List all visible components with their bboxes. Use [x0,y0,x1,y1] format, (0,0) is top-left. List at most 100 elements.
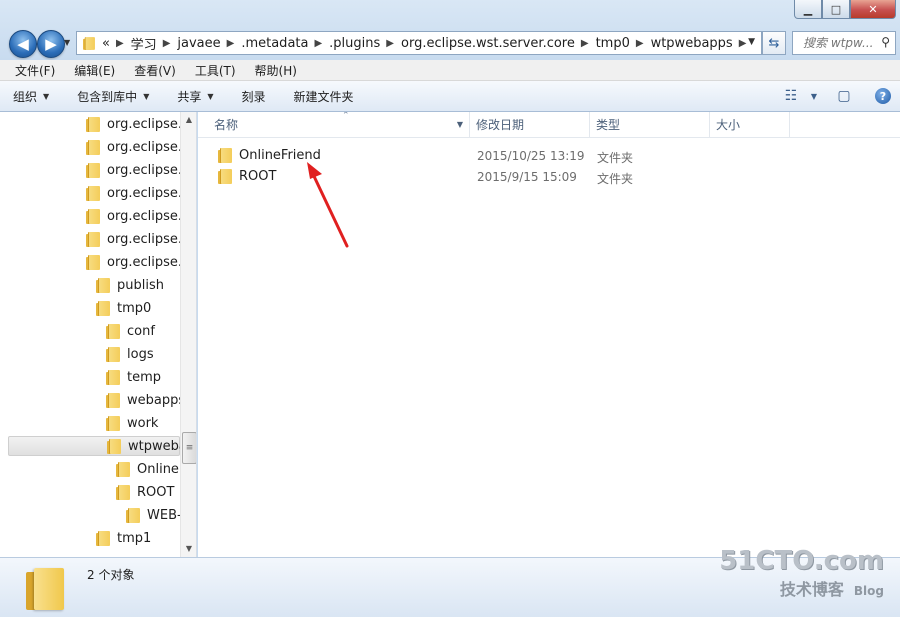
folder-icon [116,484,130,500]
breadcrumb-item[interactable]: org.eclipse.wst.server.core ▶ [401,34,596,53]
refresh-icon: ⇆ [768,35,780,51]
menu-item[interactable]: 查看(V) [134,62,176,79]
breadcrumb-item[interactable]: .metadata ▶ [241,34,329,53]
tree-item[interactable]: work [106,413,158,433]
column-size[interactable]: 大小 [710,112,790,137]
details-pane: 2 个对象 51CTO.com 技术博客 Blog [0,546,900,617]
search-input[interactable] [801,35,881,51]
burn-button[interactable]: 刻录 [224,88,276,105]
scroll-thumb[interactable]: ≡ [182,432,196,464]
tree-item[interactable]: org.eclipse.v [86,114,190,134]
tree-item-label: org.eclipse.v [107,185,190,201]
arrow-left-icon: ◀ [17,35,29,53]
file-type: 文件夹 [597,172,634,186]
folder-icon [218,148,232,163]
tree-item[interactable]: org.eclipse.v [86,206,190,226]
arrow-right-icon: ▶ [45,35,57,53]
breadcrumb-overflow[interactable]: «▶ [102,36,131,51]
folder-icon [107,438,121,454]
tree-item[interactable]: wtpweba [8,436,187,456]
breadcrumb-item[interactable]: 学习 ▶ [131,34,178,53]
search-icon[interactable]: ⚲ [881,35,890,49]
column-date[interactable]: 修改日期 [470,112,590,137]
tree-item[interactable]: org.eclipse.v [86,229,190,249]
organize-button[interactable]: 组织 ▼ [0,88,59,105]
forward-button[interactable]: ▶ [37,30,65,58]
chevron-down-icon[interactable]: ▼ [806,92,822,101]
breadcrumb-item[interactable]: .plugins ▶ [329,34,401,53]
chevron-right-icon[interactable]: ▶ [227,38,235,49]
scroll-down-icon[interactable]: ▼ [181,541,196,557]
tree-item[interactable]: logs [106,344,154,364]
tree-item[interactable]: org.eclipse.v [86,160,190,180]
tree-item[interactable]: conf [106,321,155,341]
chevron-right-icon[interactable]: ▶ [739,38,747,49]
tree-item-label: webapps [127,392,186,408]
tree-item[interactable]: temp [106,367,161,387]
breadcrumb-label: .metadata [241,35,309,51]
chevron-down-icon[interactable]: ▼ [457,120,463,129]
chevron-right-icon[interactable]: ▶ [386,38,394,49]
tree-item-label: org.eclipse.v [107,162,190,178]
file-name: ROOT [239,169,277,184]
tree-item[interactable]: tmp1 [96,528,151,548]
tree-item[interactable]: OnlineF [116,459,186,479]
file-name-cell: ROOT [218,166,276,187]
maximize-button[interactable]: □ [822,0,850,19]
menu-item[interactable]: 文件(F) [15,62,55,79]
breadcrumb-item[interactable]: javaee ▶ [177,34,241,53]
refresh-button[interactable]: ⇆ [762,31,786,55]
preview-pane-icon[interactable]: ▢ [822,88,866,104]
scroll-up-icon[interactable]: ▲ [181,112,196,128]
share-button[interactable]: 共享 ▼ [159,88,223,105]
minimize-button[interactable]: ▁ [794,0,822,19]
chevron-right-icon[interactable]: ▶ [163,38,171,49]
view-options-icon[interactable]: ☷ [776,88,806,104]
file-type: 文件夹 [597,151,634,165]
tree-item[interactable]: tmp0 [96,298,151,318]
breadcrumb-item[interactable]: tmp0 ▶ [596,34,651,53]
tree-item-label: tmp0 [117,300,152,316]
column-type[interactable]: 类型 [590,112,710,137]
nav-scrollbar[interactable]: ▲ ≡ ▼ [180,112,196,557]
menu-item[interactable]: 帮助(H) [255,62,297,79]
help-icon: ? [875,88,891,105]
folder-icon [96,530,110,546]
chevron-right-icon[interactable]: ▶ [581,38,589,49]
tree-item[interactable]: webapps [106,390,185,410]
menu-item[interactable]: 编辑(E) [74,62,115,79]
chevron-down-icon: ▼ [207,91,214,101]
folder-icon [218,169,232,184]
chevron-right-icon[interactable]: ▶ [314,38,322,49]
tree-item[interactable]: org.eclipse.v [86,252,190,272]
tree-item[interactable]: publish [96,275,164,295]
tree-item[interactable]: org.eclipse.v [86,137,190,157]
help-button[interactable]: ? [866,88,900,105]
chevron-down-icon[interactable]: ▼ [748,37,755,47]
close-button[interactable]: ✕ [850,0,896,19]
tree-item[interactable]: org.eclipse.v [86,183,190,203]
tree-item-label: temp [127,369,162,385]
file-date: 2015/10/25 13:19 [477,149,585,163]
tree-item-label: org.eclipse.v [107,139,190,155]
chevron-right-icon[interactable]: ▶ [636,38,644,49]
breadcrumb-label: wtpwebapps [650,35,733,51]
command-bar: 组织 ▼ 包含到库中 ▼ 共享 ▼ 刻录 新建文件夹 ☷ ▼ ▢ ? [0,81,900,112]
address-bar[interactable]: «▶ 学习 ▶ javaee ▶ .metadata ▶ .plugins ▶ org.ecli… [76,31,762,55]
tree-item-label: logs [127,346,154,362]
tree-item-label: OnlineF [137,461,187,477]
back-button[interactable]: ◀ [9,30,37,58]
menu-item[interactable]: 工具(T) [195,62,236,79]
recent-pages-dropdown[interactable]: ▼ [64,38,70,47]
folder-icon [24,566,64,610]
breadcrumb-item[interactable]: wtpwebapps ▶ [651,34,754,53]
tree-item-label: work [127,415,159,431]
include-library-button[interactable]: 包含到库中 ▼ [59,88,159,105]
breadcrumb: 学习 ▶ javaee ▶ .metadata ▶ .plugins ▶ org.eclipse… [131,34,754,53]
column-name[interactable]: 名称 ⌃ ▼ [208,112,470,137]
folder-icon [96,300,110,316]
folder-icon [86,254,100,270]
new-folder-button[interactable]: 新建文件夹 [276,88,364,105]
tree-item[interactable]: WEB- [126,505,182,525]
tree-item[interactable]: ROOT [116,482,174,502]
